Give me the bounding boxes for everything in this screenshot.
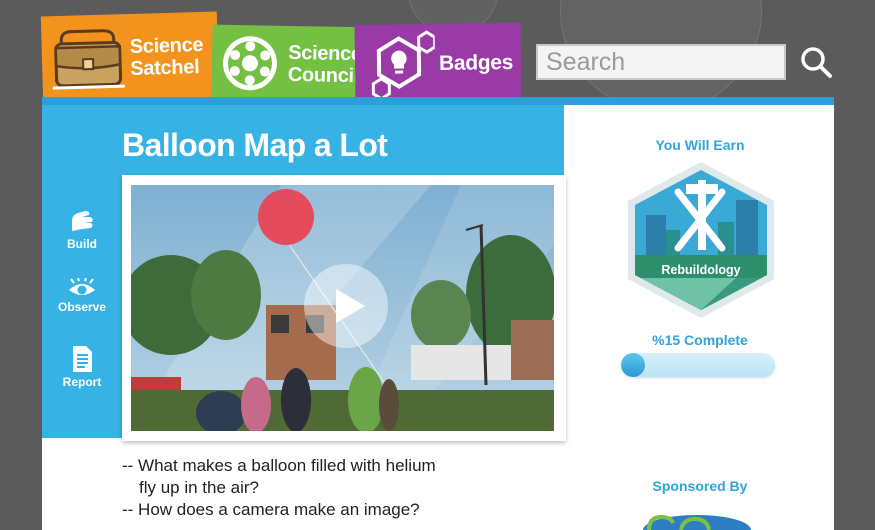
video-player[interactable] — [131, 185, 554, 431]
title-bar: Balloon Map a Lot — [122, 105, 564, 175]
earn-label: You Will Earn — [655, 137, 745, 153]
tab-science-council[interactable]: Science Council — [211, 24, 373, 104]
tab-label-line1: Science — [129, 33, 204, 58]
tab-science-satchel[interactable]: Science Satchel — [40, 11, 220, 105]
header-divider — [42, 97, 834, 105]
tab-label-line2: Satchel — [130, 56, 200, 80]
tab-label-line1: Science — [288, 41, 362, 66]
question-line: -- What makes a balloon filled with heli… — [122, 456, 436, 475]
progress-bar — [621, 353, 775, 377]
page-title: Balloon Map a Lot — [122, 127, 388, 163]
question-list: -- What makes a balloon filled with heli… — [122, 455, 436, 521]
sidebar-item-observe[interactable]: Observe — [42, 278, 122, 314]
council-icon — [223, 36, 278, 91]
tab-badges[interactable]: Badges — [354, 22, 522, 106]
search-icon[interactable] — [798, 44, 834, 80]
rebuildology-badge-icon — [628, 162, 774, 318]
question-line: -- How does a camera make an image? — [122, 500, 420, 519]
progress-fill — [621, 353, 645, 377]
badge-name: Rebuildology — [661, 263, 741, 277]
sponsor-label: Sponsored By — [652, 478, 748, 494]
document-icon — [73, 346, 92, 372]
sidebar-item-report[interactable]: Report — [42, 345, 122, 389]
sponsor-logo-graphic — [643, 514, 751, 530]
search-input[interactable] — [538, 46, 784, 78]
hands-icon — [72, 211, 93, 231]
badges-icon — [371, 30, 436, 101]
search-field[interactable] — [536, 44, 786, 80]
tab-label-line2: Council — [287, 63, 360, 88]
sidebar-item-build[interactable]: Build — [42, 209, 122, 251]
play-icon[interactable] — [303, 263, 389, 349]
sidebar-item-label: Observe — [57, 300, 107, 314]
satchel-icon — [52, 29, 125, 90]
sidebar-item-label: Build — [67, 237, 97, 251]
sponsor-logo[interactable] — [643, 513, 751, 530]
sidebar-item-label: Report — [62, 375, 102, 389]
tab-label: Badges — [438, 50, 514, 75]
complete-label: %15 Complete — [652, 332, 748, 348]
eye-icon — [69, 278, 95, 295]
reward-badge[interactable]: Rebuildology — [626, 160, 776, 320]
question-line: fly up in the air? — [139, 478, 260, 497]
activity-sidebar: Build Observe Report — [42, 105, 122, 438]
